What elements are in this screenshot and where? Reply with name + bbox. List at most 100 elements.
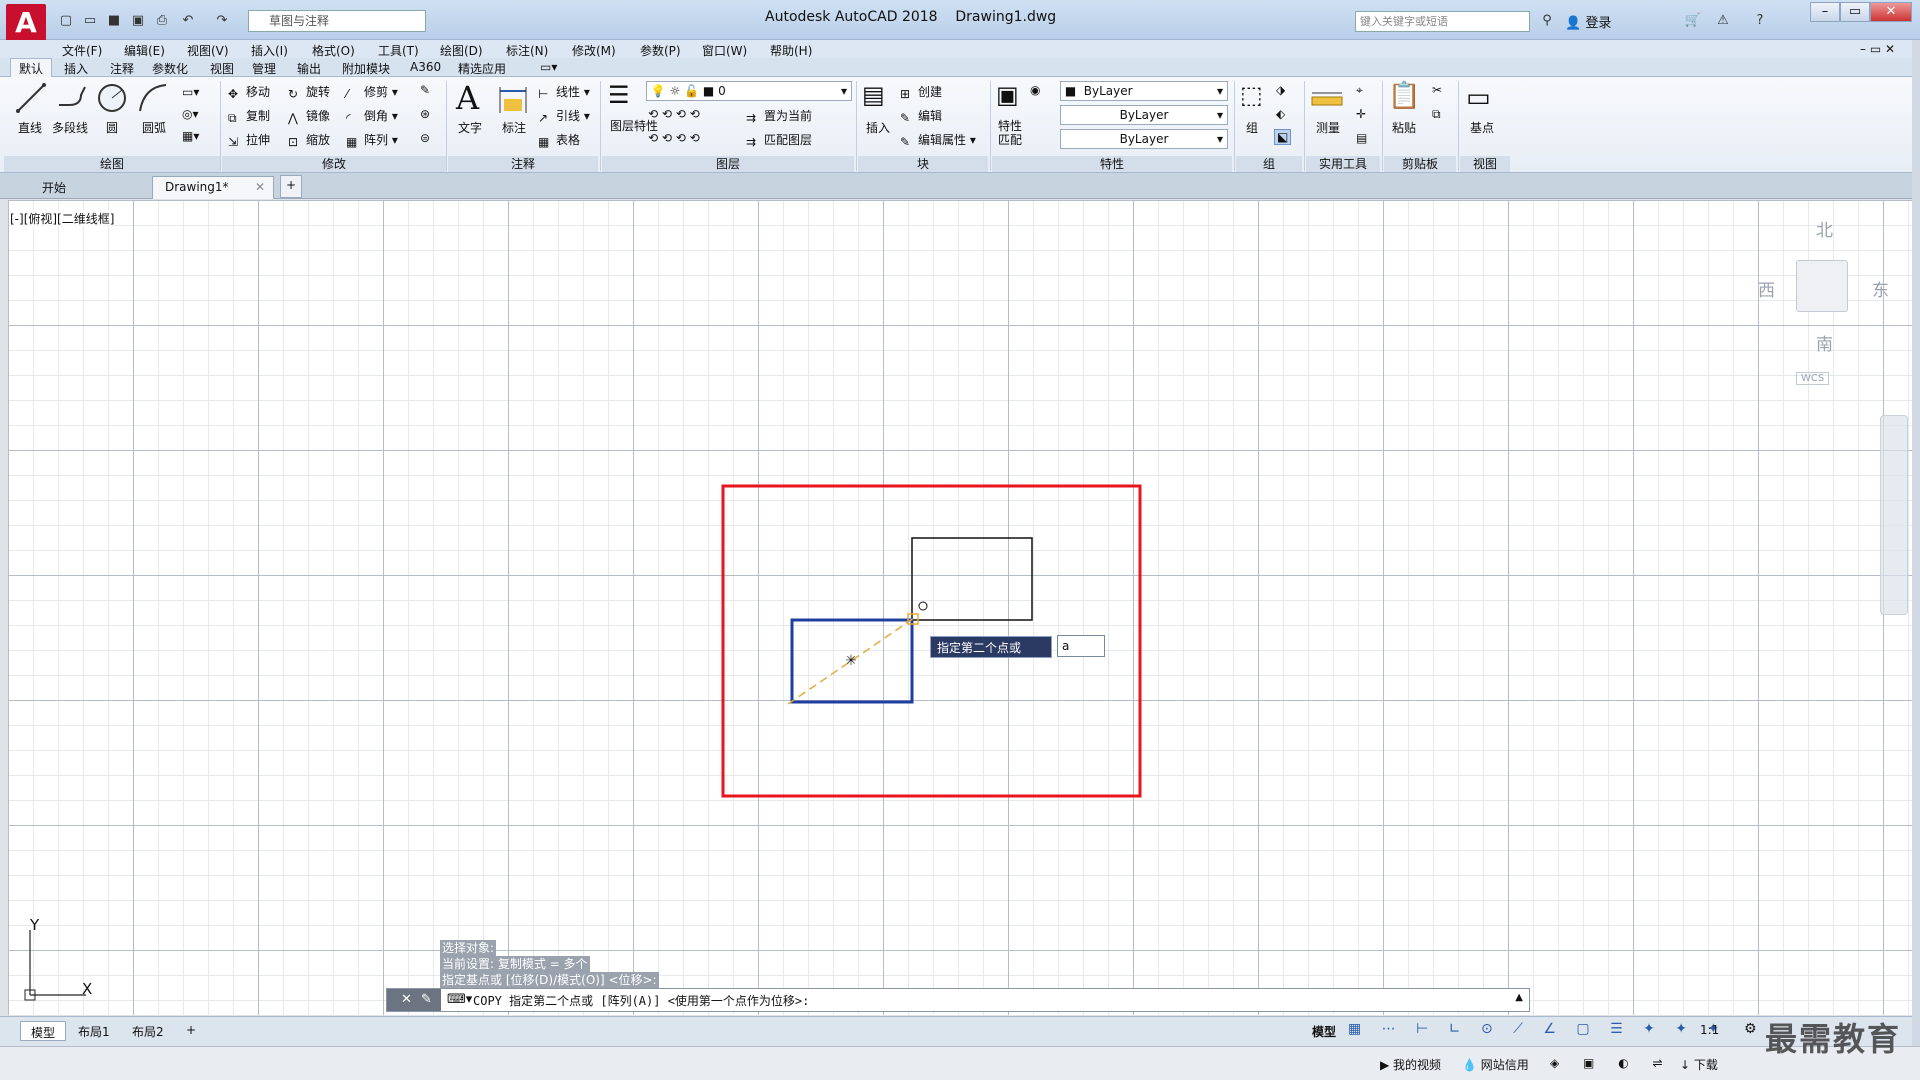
tab-annotate[interactable]: 注释 — [110, 60, 134, 77]
base-view-icon[interactable]: ▭ — [1466, 83, 1491, 113]
group-edit-icon[interactable]: ⬖ — [1276, 107, 1285, 121]
modify-panel-title[interactable]: 修改 — [222, 156, 446, 172]
binoculars-icon[interactable]: ⚲ — [1537, 12, 1557, 30]
command-history-toggle-icon[interactable]: ▲ — [1515, 992, 1523, 1003]
dynamic-input[interactable]: a — [1057, 635, 1105, 657]
layout-tab-2[interactable]: 布局2 — [122, 1021, 174, 1041]
menu-help[interactable]: 帮助(H) — [770, 42, 812, 59]
undo-icon[interactable]: ↶ — [178, 12, 198, 30]
close-tab-icon[interactable]: ✕ — [255, 180, 265, 194]
tab-drawing[interactable]: Drawing1* ✕ — [152, 176, 274, 199]
net-credit-link[interactable]: 💧 网站信用 — [1462, 1056, 1529, 1073]
copy-clip-icon[interactable]: ⧉ — [1432, 107, 1441, 122]
viewcube-north[interactable]: 北 — [1816, 216, 1833, 241]
trim-button[interactable]: ⁄ 修剪 ▾ — [346, 83, 398, 101]
tab-insert[interactable]: 插入 — [64, 60, 88, 77]
close-button[interactable]: ✕ — [1870, 2, 1912, 22]
lineweight-select[interactable]: ByLayer ▾ — [1060, 129, 1228, 149]
tab-start[interactable]: 开始 — [30, 176, 78, 199]
point-icon[interactable]: ✛ — [1356, 107, 1366, 121]
viewcube-east[interactable]: 东 — [1872, 276, 1889, 301]
ribbon-toggle-icon[interactable]: ▭▾ — [540, 60, 557, 74]
viewcube-south[interactable]: 南 — [1816, 330, 1833, 355]
circle-icon[interactable] — [95, 81, 129, 115]
menu-draw[interactable]: 绘图(D) — [440, 42, 483, 59]
copied-rectangle[interactable] — [911, 537, 1033, 621]
menu-format[interactable]: 格式(O) — [312, 42, 355, 59]
tab-parametric[interactable]: 参数化 — [152, 60, 188, 77]
new-tab-icon[interactable]: + — [280, 175, 302, 198]
menu-dimension[interactable]: 标注(N) — [506, 42, 548, 59]
app-menu-button[interactable]: A — [6, 4, 46, 42]
annotation-scale[interactable]: 1:1 — [1700, 1023, 1719, 1037]
tab-a360[interactable]: A360 — [410, 60, 441, 74]
minimize-button[interactable]: – — [1810, 2, 1840, 22]
calculator-icon[interactable]: ▤ — [1356, 131, 1367, 145]
group-select-icon[interactable]: ⬕ — [1274, 129, 1292, 145]
redo-icon[interactable]: ↷ — [212, 12, 232, 30]
match-layer-button[interactable]: ⇉ 匹配图层 — [746, 131, 812, 149]
measure-icon[interactable] — [1310, 83, 1344, 117]
dimension-icon[interactable] — [496, 83, 530, 117]
layer-properties-icon[interactable]: ☰ — [608, 81, 630, 109]
offset-icon[interactable]: ⊜ — [420, 131, 430, 145]
menu-tools[interactable]: 工具(T) — [378, 42, 419, 59]
add-layout-icon[interactable]: + — [176, 1021, 206, 1041]
match-properties-label[interactable]: 特性匹配 — [998, 119, 1022, 147]
login-button[interactable]: 👤 登录 — [1565, 12, 1611, 31]
color-select[interactable]: ■ ByLayer ▾ — [1060, 81, 1228, 101]
insert-label[interactable]: 插入 — [866, 119, 890, 136]
text-label[interactable]: 文字 — [458, 119, 482, 136]
text-icon[interactable]: A — [456, 79, 479, 117]
base-label[interactable]: 基点 — [1470, 119, 1494, 136]
customize-wrench-icon[interactable]: ✎ — [421, 992, 432, 1007]
viewcube[interactable]: 北 西 东 南 WCS — [1758, 216, 1889, 396]
linear-button[interactable]: ⊢ 线性 ▾ — [538, 83, 590, 101]
workspace-select[interactable]: 草图与注释 — [248, 10, 426, 32]
erase-icon[interactable]: ✎ — [420, 83, 430, 97]
draw-panel-title[interactable]: 绘图 — [4, 156, 220, 172]
line-icon[interactable] — [14, 81, 48, 115]
exchange-icon[interactable]: ⚠ — [1713, 12, 1733, 30]
tray-icons[interactable]: ◈ ▣ ◐ ⇌ — [1550, 1056, 1673, 1070]
command-prompt-text[interactable]: COPY 指定第二个点或 [阵列(A)] <使用第一个点作为位移>: — [473, 992, 809, 1009]
menu-file[interactable]: 文件(F) — [62, 42, 102, 59]
layer-tools-row-1[interactable]: ⟲ ⟲ ⟲ ⟲ — [648, 107, 700, 121]
group-icon[interactable]: ⬚ — [1240, 81, 1263, 109]
layers-panel-title[interactable]: 图层 — [602, 156, 854, 172]
tab-manage[interactable]: 管理 — [252, 60, 276, 77]
boundary-icon[interactable]: ▦▾ — [182, 129, 199, 143]
status-toggle-icons[interactable]: ▦ ⋯ ⊢ ∟ ⊙ ⟋ ∠ ▢ ☰ ✦ ✦ ✦ — [1348, 1021, 1727, 1037]
properties-panel-title[interactable]: 特性 — [992, 156, 1232, 172]
tab-view[interactable]: 视图 — [210, 60, 234, 77]
save-as-icon[interactable]: ▣ — [128, 12, 148, 30]
my-video-link[interactable]: ▶ 我的视频 — [1380, 1056, 1441, 1073]
viewcube-west[interactable]: 西 — [1758, 276, 1775, 301]
arc-icon[interactable] — [136, 81, 170, 115]
restore-button[interactable]: ▭ — [1840, 2, 1870, 22]
navigation-bar[interactable] — [1880, 415, 1908, 615]
edit-attributes-button[interactable]: ✎ 编辑属性 ▾ — [900, 131, 976, 149]
menu-view[interactable]: 视图(V) — [187, 42, 229, 59]
annotation-panel-title[interactable]: 注释 — [448, 156, 598, 172]
print-icon[interactable]: ⎙ — [152, 12, 172, 30]
leader-button[interactable]: ↗ 引线 ▾ — [538, 107, 590, 125]
quick-select-icon[interactable]: ⌖ — [1356, 83, 1363, 98]
paste-icon[interactable]: 📋 — [1388, 81, 1420, 111]
line-label[interactable]: 直线 — [18, 119, 42, 136]
layer-select[interactable]: 💡 ☼ 🔓 ■ 0 ▾ — [646, 81, 852, 101]
help-icon[interactable]: ? — [1750, 12, 1770, 30]
view-panel-title[interactable]: 视图 — [1460, 156, 1510, 172]
explode-icon[interactable]: ⊛ — [420, 107, 430, 121]
menu-insert[interactable]: 插入(I) — [251, 42, 288, 59]
download-link[interactable]: ↓ 下载 — [1680, 1056, 1718, 1073]
edit-block-button[interactable]: ✎ 编辑 — [900, 107, 942, 125]
groups-panel-title[interactable]: 组 — [1236, 156, 1302, 172]
close-command-icon[interactable]: ✕ — [401, 992, 412, 1007]
scale-button[interactable]: ⊡ 缩放 — [288, 131, 330, 149]
circle-label[interactable]: 圆 — [106, 119, 118, 136]
linetype-select[interactable]: ByLayer ▾ — [1060, 105, 1228, 125]
utilities-panel-title[interactable]: 实用工具 — [1306, 156, 1380, 172]
fillet-button[interactable]: ◜ 倒角 ▾ — [346, 107, 398, 125]
dimension-label[interactable]: 标注 — [502, 119, 526, 136]
